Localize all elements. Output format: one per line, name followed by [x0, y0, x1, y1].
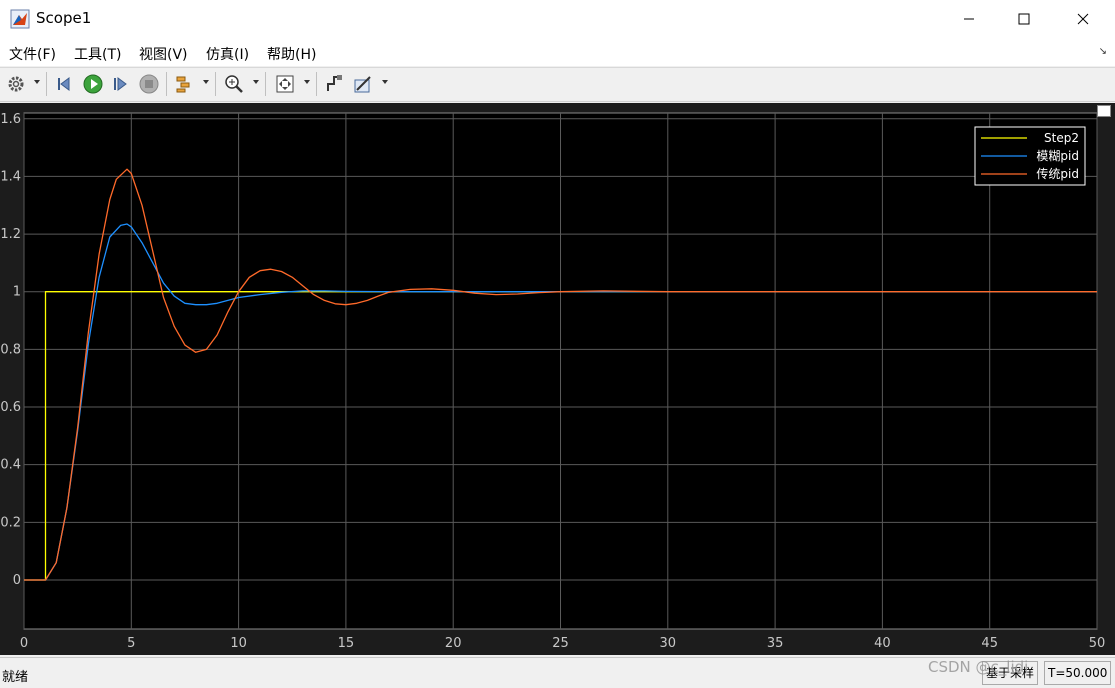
scope-display[interactable]: 0 5 10 15 20 25 30 35 40 45 50 0 0.2 0.4 0.6 0.8 1 1.2 1.4… — [0, 103, 1115, 655]
close-icon — [1077, 13, 1089, 25]
toolbar-separator — [316, 72, 317, 96]
menu-view[interactable]: 视图(V) — [139, 44, 188, 64]
measure-dropdown-icon[interactable] — [382, 80, 388, 84]
measure-icon[interactable] — [352, 73, 374, 95]
stop-icon[interactable] — [138, 73, 160, 95]
x-tick-label: 0 — [20, 636, 28, 651]
y-tick-label: 0.6 — [0, 400, 21, 415]
menu-help[interactable]: 帮助(H) — [267, 44, 316, 64]
y-tick-label: 0.2 — [0, 515, 21, 530]
x-tick-label: 5 — [127, 636, 135, 651]
x-tick-label: 45 — [981, 636, 998, 651]
x-tick-label: 30 — [660, 636, 677, 651]
y-tick-label: 1 — [13, 285, 21, 300]
menu-bar: 文件(F) 工具(T) 视图(V) 仿真(I) 帮助(H) ↘ — [0, 38, 1115, 66]
menu-tools[interactable]: 工具(T) — [74, 44, 121, 64]
y-tick-label: 0.4 — [0, 458, 21, 473]
maximize-button[interactable] — [1001, 0, 1047, 38]
window-title: Scope1 — [36, 9, 92, 27]
x-tick-label: 40 — [874, 636, 891, 651]
minimize-button[interactable] — [946, 0, 992, 38]
toolbar-separator — [166, 72, 167, 96]
x-tick-label: 50 — [1089, 636, 1106, 651]
signal-dropdown-icon[interactable] — [203, 80, 209, 84]
minimize-icon — [964, 18, 974, 20]
step-back-icon[interactable] — [54, 73, 76, 95]
legend[interactable]: Step2 模糊pid 传统pid — [974, 126, 1086, 186]
expand-icon[interactable] — [1097, 105, 1111, 117]
x-tick-label: 10 — [230, 636, 247, 651]
legend-label: Step2 — [1044, 131, 1079, 145]
watermark: CSDN @c_lidi — [928, 658, 1029, 676]
matlab-icon — [10, 9, 30, 29]
legend-label: 模糊pid — [1036, 148, 1079, 163]
cursor-icon[interactable] — [324, 73, 346, 95]
step-forward-icon[interactable] — [110, 73, 132, 95]
title-bar: Scope1 — [0, 0, 1115, 38]
gear-icon[interactable] — [5, 73, 27, 95]
maximize-icon — [1018, 13, 1030, 25]
status-text: 就绪 — [2, 670, 29, 685]
close-button[interactable] — [1060, 0, 1106, 38]
menu-simulation[interactable]: 仿真(I) — [206, 44, 249, 64]
y-tick-label: 1.4 — [0, 169, 21, 184]
fit-dropdown-icon[interactable] — [304, 80, 310, 84]
gear-dropdown-icon[interactable] — [34, 80, 40, 84]
menu-file[interactable]: 文件(F) — [9, 44, 56, 64]
toolbar-separator — [265, 72, 266, 96]
zoom-in-icon[interactable] — [223, 73, 245, 95]
dock-arrow-icon[interactable]: ↘ — [1099, 46, 1107, 57]
signal-select-icon[interactable] — [174, 73, 196, 95]
toolbar — [0, 67, 1115, 102]
zoom-dropdown-icon[interactable] — [253, 80, 259, 84]
fit-view-icon[interactable] — [274, 73, 296, 95]
y-tick-label: 1.6 — [0, 112, 21, 127]
legend-label: 传统pid — [1036, 166, 1079, 181]
status-time: T=50.000 — [1044, 661, 1112, 685]
y-tick-label: 0.8 — [0, 342, 21, 357]
x-tick-label: 25 — [552, 636, 569, 651]
run-icon[interactable] — [82, 73, 104, 95]
y-tick-label: 1.2 — [0, 227, 21, 242]
toolbar-separator — [215, 72, 216, 96]
y-tick-label: 0 — [13, 573, 21, 588]
toolbar-separator — [46, 72, 47, 96]
x-tick-label: 35 — [767, 636, 784, 651]
scope-chart: 0 5 10 15 20 25 30 35 40 45 50 0 0.2 0.4 0.6 0.8 1 1.2 1.4… — [0, 112, 1106, 651]
x-tick-label: 20 — [445, 636, 462, 651]
x-tick-label: 15 — [338, 636, 355, 651]
